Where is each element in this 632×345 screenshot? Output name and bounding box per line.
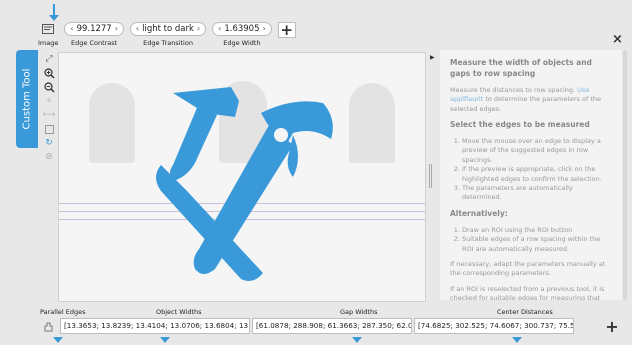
edge-contrast-param[interactable]: ‹ 99.1277 › Edge Contrast [64, 22, 124, 47]
image-canvas[interactable] [58, 52, 426, 302]
top-arrow-icon [49, 15, 59, 21]
help-intro-text: Measure the distances to row spacing. [450, 85, 576, 94]
center-distances-label: Center Distances [497, 308, 553, 316]
reset-icon[interactable]: ⊘ [43, 151, 55, 163]
panel-splitter[interactable] [429, 164, 432, 188]
object-widths-value[interactable]: [13.3653; 13.8239; 13.4104; 13.0706; 13.… [60, 318, 250, 334]
help-intro: Measure the distances to row spacing. Us… [450, 86, 612, 114]
help-step: The parameters are automatically determi… [462, 184, 612, 203]
parameter-toolbar: Image ‹ 99.1277 › Edge Contrast ‹ light … [38, 22, 296, 50]
zoom-out-icon[interactable] [43, 81, 55, 93]
chevron-left-icon[interactable]: ‹ [70, 23, 73, 35]
edge-transition-param[interactable]: ‹ light to dark › Edge Transition [129, 22, 207, 47]
bottom-arrow-icon [53, 337, 63, 343]
image-tool[interactable]: Image [38, 22, 58, 47]
help-alt-steps: Draw an ROI using the ROI button Suitabl… [450, 226, 612, 254]
chevron-right-icon[interactable]: › [115, 23, 118, 35]
image-label: Image [38, 39, 59, 47]
help-scrollbar[interactable] [623, 50, 627, 300]
gap-widths-value[interactable]: [61.0878; 288.908; 61.3663; 287.350; 62.… [252, 318, 412, 334]
help-step: Suitable edges of a row spacing within t… [462, 235, 612, 254]
help-step: If the preview is appropriate, click on … [462, 165, 612, 184]
chevron-right-icon[interactable]: › [197, 23, 200, 35]
edge-contrast-field[interactable]: ‹ 99.1277 › [64, 22, 124, 36]
crosshair-icon[interactable]: + [43, 95, 55, 107]
add-result-button[interactable]: + [603, 317, 621, 336]
rectangle-roi-icon[interactable] [43, 123, 55, 135]
custom-tool-logo-icon [156, 87, 333, 281]
edge-contrast-label: Edge Contrast [71, 39, 118, 47]
rotate-icon[interactable]: ↻ [43, 137, 55, 149]
help-paragraph: If necessary, adapt the parameters manua… [450, 259, 606, 278]
zoom-in-icon[interactable] [43, 67, 55, 79]
help-step: Draw an ROI using the ROI button [462, 226, 612, 235]
custom-tool-tab[interactable]: Custom Tool [16, 50, 38, 148]
bottom-arrow-icon [352, 337, 362, 343]
parallel-edges-label: Parallel Edges [40, 308, 86, 316]
chevron-left-icon[interactable]: ‹ [218, 23, 221, 35]
edge-width-param[interactable]: ‹ 1.63905 › Edge Width [212, 22, 272, 47]
center-distances-value[interactable]: [74.6825; 302.525; 74.6067; 300.737; 75.… [414, 318, 574, 334]
chevron-right-icon[interactable]: › [262, 23, 265, 35]
custom-tool-label: Custom Tool [21, 68, 33, 130]
view-tools: ⤢ + ⟷ ↻ ⊘ [42, 53, 56, 163]
parallel-edges-icon[interactable] [38, 318, 58, 334]
measure-line-icon[interactable]: ⟷ [43, 109, 56, 121]
edge-transition-value: light to dark [142, 24, 194, 34]
edge-width-field[interactable]: ‹ 1.63905 › [212, 22, 272, 36]
edge-contrast-value: 99.1277 [76, 24, 112, 34]
panel-toggle-icon[interactable]: ▶ [430, 54, 435, 61]
add-parameter-button[interactable]: + [277, 22, 296, 38]
edge-width-label: Edge Width [223, 39, 261, 47]
image-icon[interactable] [38, 22, 58, 36]
edge-transition-field[interactable]: ‹ light to dark › [129, 22, 207, 36]
fit-to-window-icon[interactable]: ⤢ [43, 53, 55, 65]
background-component [89, 83, 135, 163]
results-bar: [13.3653; 13.8239; 13.4104; 13.0706; 13.… [38, 318, 574, 334]
help-title: Measure the width of objects and gaps to… [450, 58, 592, 78]
close-icon[interactable]: × [612, 32, 623, 47]
chevron-left-icon[interactable]: ‹ [136, 23, 139, 35]
bottom-arrow-icon [160, 337, 170, 343]
help-steps: Move the mouse over an edge to display a… [450, 137, 612, 203]
results-labels: Parallel Edges Object Widths Gap Widths … [0, 308, 632, 318]
help-section-title: Select the edges to be measured [450, 120, 590, 130]
app-window: Image ‹ 99.1277 › Edge Contrast ‹ light … [0, 0, 632, 345]
gap-widths-label: Gap Widths [340, 308, 378, 316]
background-component [349, 83, 395, 163]
bottom-arrow-icon [512, 337, 522, 343]
edge-transition-label: Edge Transition [143, 39, 193, 47]
object-widths-label: Object Widths [156, 308, 202, 316]
help-step: Move the mouse over an edge to display a… [462, 137, 612, 165]
help-panel: Measure the width of objects and gaps to… [440, 50, 622, 300]
help-paragraph: If an ROI is reselected from a previous … [450, 284, 605, 300]
edge-width-value: 1.63905 [224, 24, 260, 34]
help-section-title: Alternatively: [450, 208, 508, 218]
